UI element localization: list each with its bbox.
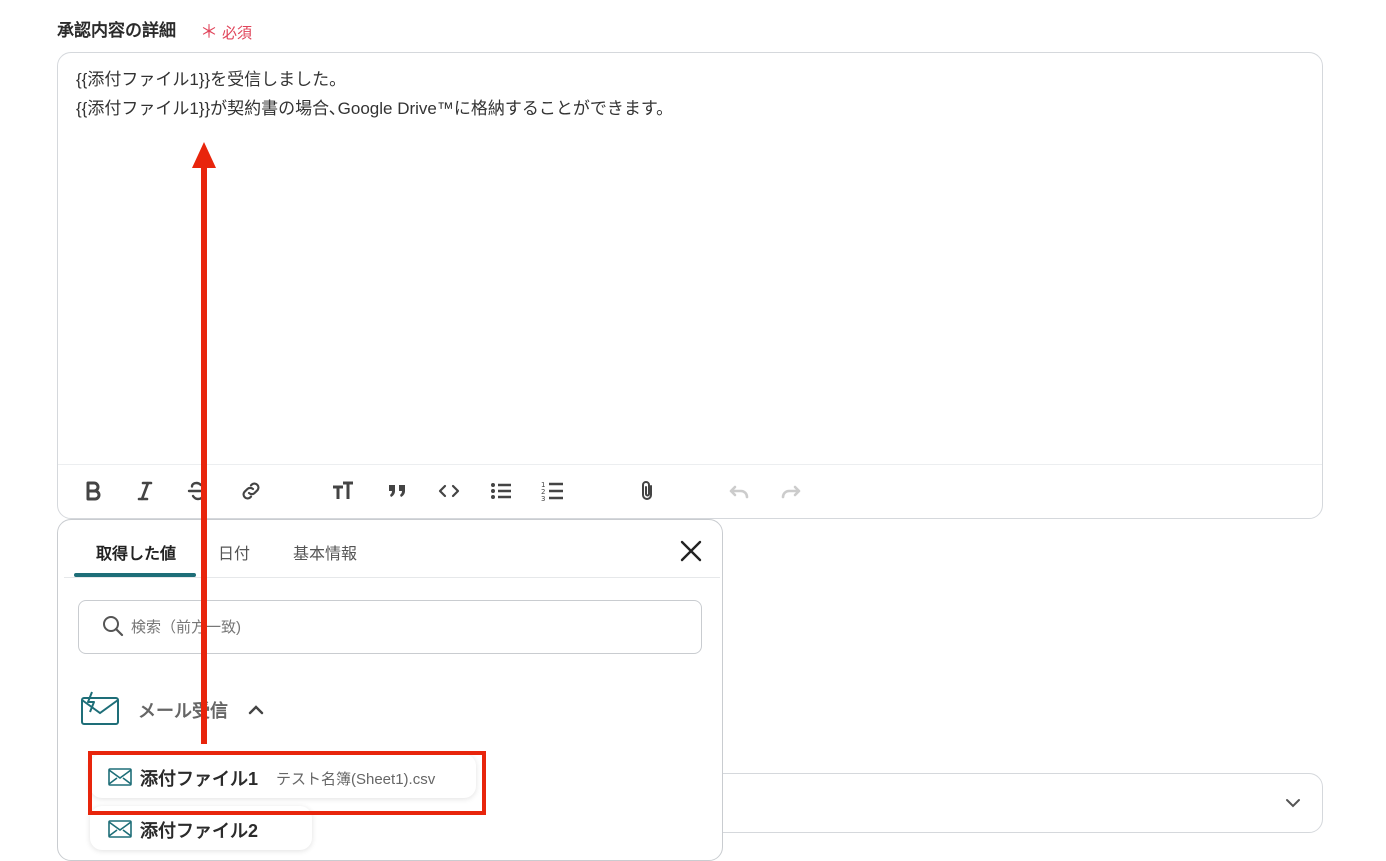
attachment-icon[interactable] (632, 476, 662, 506)
bold-icon[interactable] (78, 476, 108, 506)
editor-content[interactable]: {{添付ファイル1}}を受信しました。 {{添付ファイル1}}が契約書の場合､G… (76, 65, 673, 123)
quote-icon[interactable] (382, 476, 412, 506)
mail-icon (108, 820, 132, 838)
undo-icon[interactable] (724, 476, 754, 506)
dropdown-select[interactable] (700, 773, 1323, 833)
italic-icon[interactable] (130, 476, 160, 506)
text-size-icon[interactable] (328, 476, 358, 506)
required-marker: ＊ (200, 22, 218, 42)
required-badge: ＊必須 (200, 18, 252, 44)
chevron-up-icon[interactable] (246, 702, 266, 718)
editor-line: {{添付ファイル1}}を受信しました。 (76, 70, 347, 89)
link-icon[interactable] (236, 476, 266, 506)
redo-icon[interactable] (776, 476, 806, 506)
required-text: 必須 (222, 25, 253, 42)
svg-text:3: 3 (541, 495, 545, 503)
editor-line: {{添付ファイル1}}が契約書の場合､Google Drive™に格納することが… (76, 99, 674, 118)
highlight-box (88, 751, 486, 815)
mail-receive-icon (81, 691, 119, 725)
tab-divider (64, 577, 720, 578)
search-field[interactable] (78, 600, 702, 654)
code-icon[interactable] (434, 476, 464, 506)
item-name: 添付ファイル2 (140, 821, 259, 841)
annotation-arrow (192, 142, 216, 744)
search-icon (103, 616, 124, 637)
tab-acquired-values[interactable]: 取得した値 (96, 540, 176, 564)
close-icon[interactable] (678, 538, 704, 564)
bullet-list-icon[interactable] (486, 476, 516, 506)
field-label: 承認内容の詳細 (57, 21, 176, 40)
rich-text-editor[interactable]: {{添付ファイル1}}を受信しました。 {{添付ファイル1}}が契約書の場合､G… (57, 52, 1323, 519)
tab-basic-info[interactable]: 基本情報 (293, 540, 357, 564)
tab-date[interactable]: 日付 (218, 540, 250, 564)
numbered-list-icon[interactable]: 123 (538, 476, 568, 506)
chevron-down-icon (1286, 799, 1300, 808)
toolbar-divider (58, 464, 1322, 465)
